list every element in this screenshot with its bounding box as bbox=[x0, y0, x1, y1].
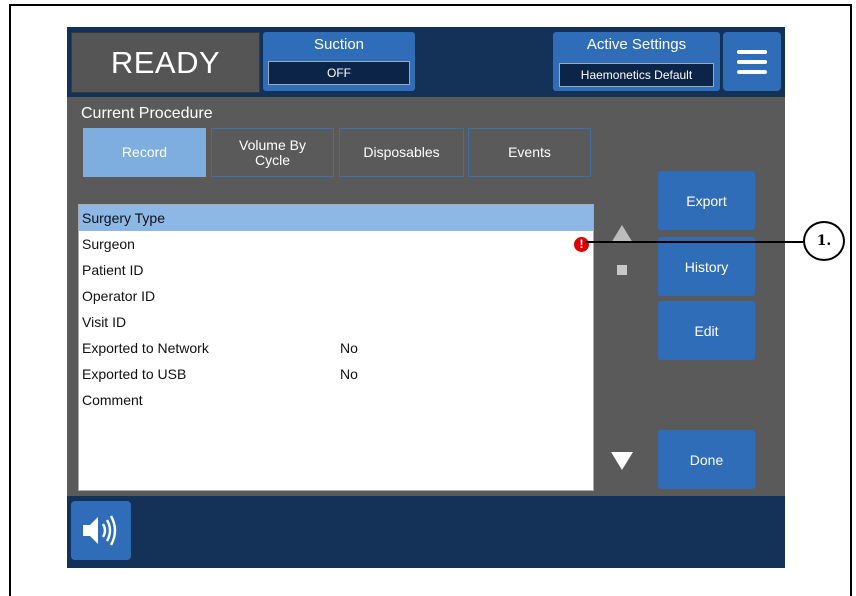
menu-button[interactable] bbox=[723, 32, 781, 91]
tab-volume-by-cycle[interactable]: Volume By Cycle bbox=[211, 128, 334, 177]
row-value: No bbox=[340, 340, 358, 356]
row-label: Exported to USB bbox=[82, 366, 187, 382]
row-value: No bbox=[340, 366, 358, 382]
active-settings-panel[interactable]: Active Settings Haemonetics Default bbox=[553, 32, 720, 91]
record-row-visit-id[interactable]: Visit ID bbox=[79, 309, 593, 335]
exclamation-icon: ! bbox=[574, 237, 589, 252]
speaker-icon bbox=[83, 515, 117, 546]
record-row-comment[interactable]: Comment bbox=[79, 387, 593, 413]
active-settings-title: Active Settings bbox=[586, 36, 687, 53]
triangle-down-icon[interactable] bbox=[611, 452, 633, 470]
row-label: Surgery Type bbox=[82, 210, 166, 226]
suction-title: Suction bbox=[313, 36, 365, 53]
callout-marker: 1. bbox=[803, 221, 845, 261]
edit-button[interactable]: Edit bbox=[658, 301, 755, 360]
row-label: Visit ID bbox=[82, 314, 127, 330]
record-row-surgeon[interactable]: Surgeon ! bbox=[79, 231, 593, 257]
suction-value: OFF bbox=[268, 61, 410, 85]
done-button[interactable]: Done bbox=[658, 430, 755, 489]
procedure-title: Current Procedure bbox=[81, 105, 213, 122]
export-button[interactable]: Export bbox=[658, 171, 755, 230]
row-label: Patient ID bbox=[82, 262, 144, 278]
tab-disposables[interactable]: Disposables bbox=[339, 128, 464, 177]
tab-events[interactable]: Events bbox=[468, 128, 591, 177]
record-row-operator-id[interactable]: Operator ID bbox=[79, 283, 593, 309]
history-button[interactable]: History bbox=[658, 237, 755, 296]
row-label: Comment bbox=[82, 392, 143, 408]
record-row-patient-id[interactable]: Patient ID bbox=[79, 257, 593, 283]
record-row-surgery-type[interactable]: Surgery Type bbox=[79, 205, 593, 231]
active-settings-value: Haemonetics Default bbox=[559, 63, 714, 87]
scroll-thumb[interactable] bbox=[617, 265, 627, 275]
top-bar: READY Suction OFF Active Settings Haemon… bbox=[67, 27, 785, 97]
row-label: Surgeon bbox=[82, 236, 135, 252]
status-display: READY bbox=[71, 32, 260, 93]
callout-leader-line bbox=[585, 241, 803, 243]
record-row-exported-network[interactable]: Exported to Network No bbox=[79, 335, 593, 361]
bottom-bar bbox=[67, 496, 785, 568]
sound-button[interactable] bbox=[71, 501, 131, 560]
row-label: Operator ID bbox=[82, 288, 156, 304]
device-screen: READY Suction OFF Active Settings Haemon… bbox=[67, 27, 785, 568]
suction-panel[interactable]: Suction OFF bbox=[263, 32, 415, 91]
record-list: Surgery Type Surgeon ! Patient ID Operat… bbox=[78, 204, 594, 491]
tab-record[interactable]: Record bbox=[83, 128, 206, 177]
record-row-exported-usb[interactable]: Exported to USB No bbox=[79, 361, 593, 387]
row-label: Exported to Network bbox=[82, 340, 209, 356]
